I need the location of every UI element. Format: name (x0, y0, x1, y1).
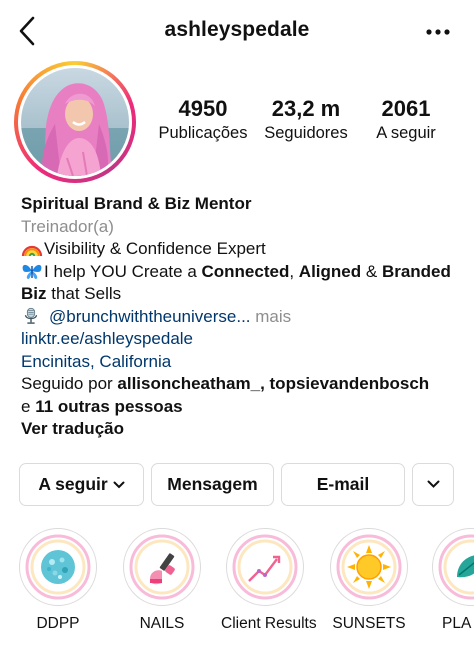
stat-posts[interactable]: 4950 Publicações (150, 96, 256, 144)
microphone-icon (24, 307, 38, 324)
bio-line-2: I help YOU Create a Connected, Aligned &… (21, 261, 466, 284)
stat-followers-label: Seguidores (264, 124, 348, 142)
highlight-item[interactable]: PLA (428, 528, 474, 633)
more-link[interactable]: mais (255, 307, 291, 326)
growth-chart-icon (231, 533, 299, 601)
more-horizontal-icon (426, 29, 450, 35)
bio-line-1-text: Visibility & Confidence Expert (44, 239, 266, 258)
story-ring[interactable] (14, 61, 136, 183)
highlight-item[interactable]: SUNSETS (325, 528, 413, 633)
profile-name: Spiritual Brand & Biz Mentor (21, 194, 252, 213)
profile-bio: Spiritual Brand & Biz Mentor Treinador(a… (21, 193, 466, 441)
glitter-ball-icon (24, 533, 92, 601)
location-link[interactable]: Encinitas, California (21, 351, 466, 374)
leaf-icon (437, 533, 474, 601)
following-button[interactable]: A seguir (19, 463, 144, 506)
bio-bold-aligned: Aligned (298, 261, 362, 281)
bio-line-1: Visibility & Confidence Expert (21, 238, 466, 261)
profile-stats: 4950 Publicações 23,2 m Seguidores 2061 … (150, 96, 470, 156)
stat-posts-label: Publicações (158, 124, 248, 142)
profile-username: ashleyspedale (164, 18, 310, 41)
stat-following-value: 2061 (381, 96, 431, 121)
mention-link[interactable]: @brunchwiththeuniverse... (49, 307, 251, 326)
highlight-item[interactable]: NAILS (118, 528, 206, 633)
highlight-label: PLA (442, 615, 472, 632)
highlight-label: DDPP (36, 615, 80, 632)
email-button-label: E-mail (316, 474, 370, 494)
highlight-label: SUNSETS (332, 615, 406, 632)
rainbow-icon (21, 245, 43, 257)
followed-by-line-2[interactable]: e 11 outras pessoas (21, 396, 466, 419)
stat-following[interactable]: 2061 A seguir (364, 96, 448, 144)
message-button-label: Mensagem (167, 474, 258, 494)
more-options-button[interactable] (424, 18, 452, 46)
sun-icon (335, 533, 403, 601)
bio-bold-connected: Connected (201, 261, 290, 281)
following-button-label: A seguir (38, 474, 108, 494)
bio-line-3-text: that Sells (46, 284, 122, 303)
highlight-item[interactable]: DDPP (14, 528, 102, 633)
bio-line-3: Biz that Sells (21, 283, 466, 306)
stat-followers[interactable]: 23,2 m Seguidores (258, 96, 354, 144)
message-button[interactable]: Mensagem (151, 463, 274, 506)
external-link[interactable]: linktr.ee/ashleyspedale (21, 328, 466, 351)
followed-by-prefix: Seguido por (21, 374, 118, 393)
stat-posts-value: 4950 (178, 96, 228, 121)
bio-sep-2: & (361, 261, 382, 281)
stat-following-label: A seguir (376, 124, 436, 142)
highlight-label: NAILS (139, 615, 185, 632)
butterfly-icon (22, 264, 42, 279)
nail-polish-icon (128, 533, 196, 601)
avatar[interactable] (21, 68, 129, 176)
suggested-toggle-button[interactable] (412, 463, 454, 506)
story-highlights: DDPP NAILS Client Results SUNSETS PLA (0, 528, 474, 638)
bio-sep-1: , (289, 261, 299, 281)
stat-followers-value: 23,2 m (271, 96, 341, 121)
bio-line-2-text: I help YOU Create a (44, 261, 202, 281)
followed-by-others: 11 outras pessoas (35, 396, 183, 416)
followed-by-users: allisoncheatham_, topsievandenbosch (117, 374, 430, 393)
avatar-photo (21, 68, 129, 176)
chevron-down-icon (113, 481, 125, 488)
followed-by-line[interactable]: Seguido por allisoncheatham_, topsievand… (21, 373, 466, 396)
bio-mention-line: @brunchwiththeuniverse... mais (21, 306, 466, 329)
followed-by-and: e (21, 396, 36, 416)
highlight-label: Client Results (221, 615, 317, 632)
highlight-item[interactable]: Client Results (221, 528, 317, 633)
chevron-down-icon (427, 480, 439, 488)
profile-category: Treinador(a) (21, 216, 114, 236)
bio-bold-biz: Biz (21, 284, 47, 303)
email-button[interactable]: E-mail (281, 463, 405, 506)
see-translation-link[interactable]: Ver tradução (21, 419, 124, 438)
bio-bold-branded: Branded (381, 261, 451, 281)
top-bar: ashleyspedale (0, 0, 474, 64)
